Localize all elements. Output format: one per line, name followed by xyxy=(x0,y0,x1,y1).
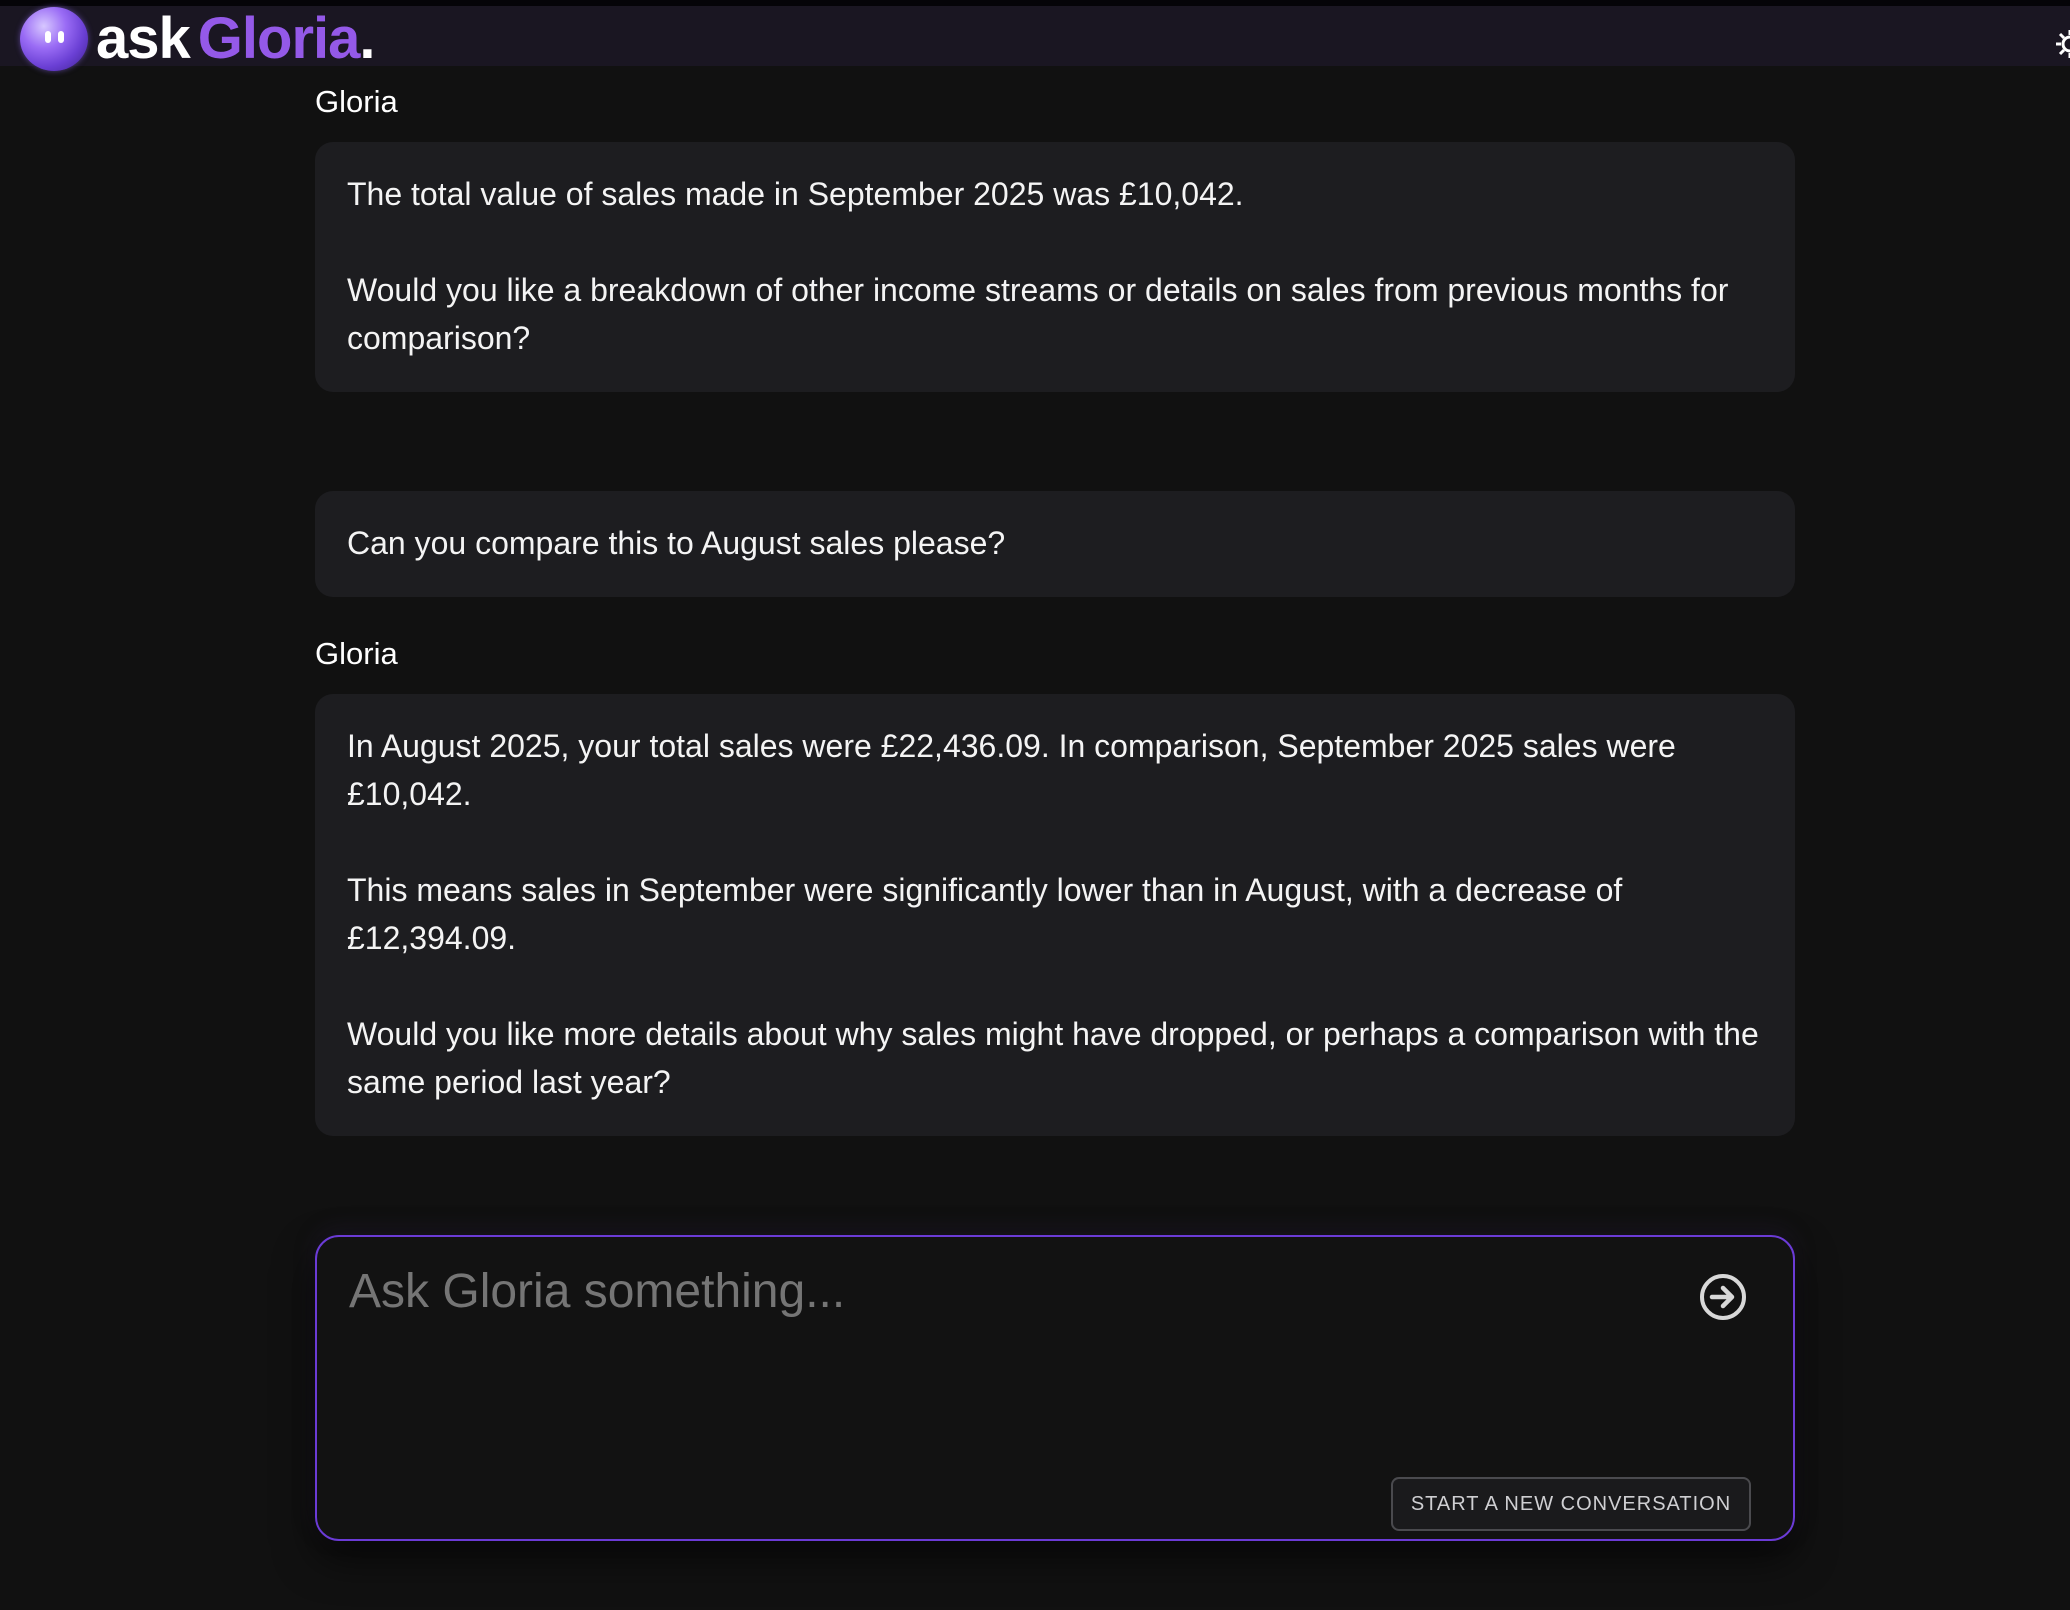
logo-wordmark: ask Gloria . xyxy=(96,6,376,71)
message-composer: START A NEW CONVERSATION xyxy=(315,1235,1795,1541)
message-paragraph: Would you like more details about why sa… xyxy=(347,1016,1759,1100)
logo-dot-text: . xyxy=(359,6,375,71)
message-paragraph: In August 2025, your total sales were £2… xyxy=(347,728,1676,812)
message-paragraph: This means sales in September were signi… xyxy=(347,872,1623,956)
logo-ask-text: ask xyxy=(96,6,191,71)
app-logo[interactable]: ask Gloria . xyxy=(20,6,376,71)
assistant-message: The total value of sales made in Septemb… xyxy=(315,142,1795,392)
send-button[interactable] xyxy=(1699,1273,1747,1321)
assistant-message: In August 2025, your total sales were £2… xyxy=(315,694,1795,1136)
user-message: Can you compare this to August sales ple… xyxy=(315,491,1795,597)
message-sender: Gloria xyxy=(315,636,398,671)
arrow-circle-right-icon xyxy=(1700,1274,1746,1320)
message-paragraph: The total value of sales made in Septemb… xyxy=(347,176,1244,212)
ask-input[interactable] xyxy=(347,1263,1651,1320)
logo-gloria-text: Gloria xyxy=(197,6,361,71)
top-bar: ask Gloria . xyxy=(0,0,2070,71)
gloria-orb-icon xyxy=(20,7,88,71)
message-sender: Gloria xyxy=(315,84,398,119)
settings-gear-icon[interactable] xyxy=(2054,28,2070,60)
message-paragraph: Can you compare this to August sales ple… xyxy=(347,525,1006,561)
start-new-conversation-button[interactable]: START A NEW CONVERSATION xyxy=(1391,1477,1751,1531)
message-paragraph: Would you like a breakdown of other inco… xyxy=(347,272,1729,356)
